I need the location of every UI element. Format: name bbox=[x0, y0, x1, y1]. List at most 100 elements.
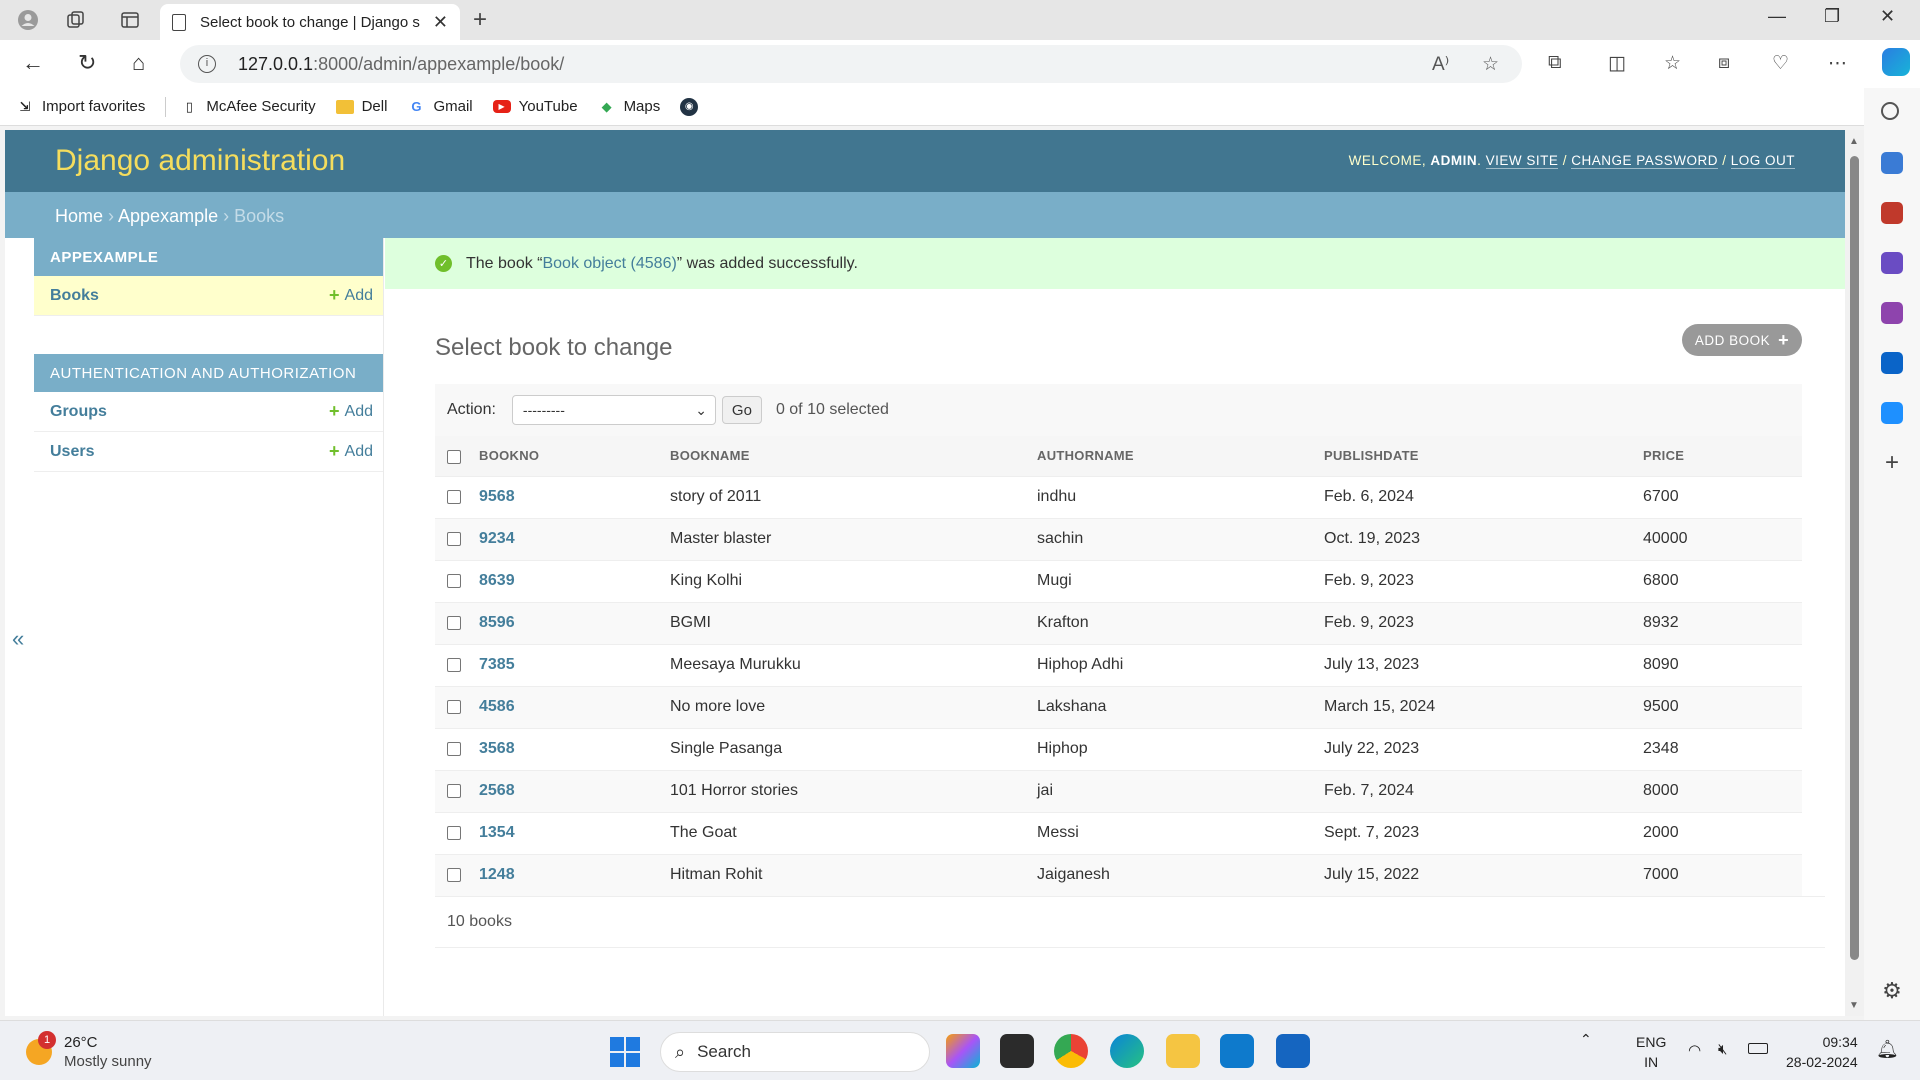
extensions-icon[interactable]: ⧉ bbox=[1548, 52, 1562, 74]
games-icon[interactable] bbox=[1881, 252, 1903, 274]
settings-gear-icon[interactable]: ⚙ bbox=[1881, 980, 1903, 1002]
browser-essentials-icon[interactable]: ♡ bbox=[1772, 52, 1789, 75]
scroll-up-icon[interactable]: ▲ bbox=[1849, 136, 1859, 147]
collections-icon[interactable]: ⧈ bbox=[1718, 52, 1730, 74]
fav-import-favorites[interactable]: ⇲ Import favorites bbox=[16, 98, 146, 116]
active-tab[interactable]: Select book to change | Django s ✕ bbox=[160, 4, 460, 40]
breadcrumb-home[interactable]: Home bbox=[55, 206, 103, 226]
shopping-icon[interactable] bbox=[1881, 152, 1903, 174]
favorites-icon[interactable]: ☆ bbox=[1664, 52, 1681, 75]
split-screen-icon[interactable]: ◫ bbox=[1608, 52, 1626, 75]
go-button[interactable]: Go bbox=[721, 396, 762, 424]
url-bar[interactable]: i 127.0.0.1:8000/admin/appexample/book/ … bbox=[180, 45, 1522, 83]
edge-icon[interactable] bbox=[1110, 1034, 1144, 1068]
profile-icon[interactable] bbox=[16, 8, 40, 32]
column-header-bookname[interactable]: BOOKNAME bbox=[670, 436, 1037, 477]
change-password-link[interactable]: CHANGE PASSWORD bbox=[1571, 153, 1718, 169]
read-aloud-icon[interactable]: A⁾ bbox=[1432, 53, 1449, 76]
fav-dell[interactable]: Dell bbox=[335, 98, 387, 115]
column-header-bookno[interactable]: BOOKNO bbox=[475, 436, 670, 477]
new-tab-icon[interactable]: + bbox=[468, 6, 492, 33]
fav-maps[interactable]: ◆ Maps bbox=[598, 98, 661, 116]
more-menu-icon[interactable]: ⋯ bbox=[1828, 52, 1847, 75]
book-link[interactable]: 9234 bbox=[479, 530, 515, 547]
sidebar-item-label[interactable]: Books bbox=[50, 287, 99, 305]
row-checkbox[interactable] bbox=[447, 489, 461, 504]
drop-icon[interactable] bbox=[1881, 402, 1903, 424]
row-checkbox[interactable] bbox=[447, 699, 461, 714]
row-checkbox[interactable] bbox=[447, 783, 461, 798]
book-link[interactable]: 3568 bbox=[479, 740, 515, 757]
task-view-icon[interactable] bbox=[1000, 1034, 1034, 1068]
add-books-link[interactable]: + Add bbox=[329, 285, 373, 306]
tools-icon[interactable] bbox=[1881, 202, 1903, 224]
site-brand[interactable]: Django administration bbox=[55, 144, 345, 178]
chrome-icon[interactable] bbox=[1054, 1034, 1088, 1068]
store-icon[interactable] bbox=[1276, 1034, 1310, 1068]
add-users-link[interactable]: + Add bbox=[329, 441, 373, 462]
fav-extra[interactable]: ◉ bbox=[680, 97, 706, 116]
column-header-publishdate[interactable]: PUBLISHDATE bbox=[1324, 436, 1643, 477]
search-icon[interactable] bbox=[1881, 102, 1899, 120]
select-all-checkbox[interactable] bbox=[447, 449, 461, 464]
workspaces-icon[interactable] bbox=[64, 8, 88, 32]
add-groups-link[interactable]: + Add bbox=[329, 401, 373, 422]
book-link[interactable]: 8639 bbox=[479, 572, 515, 589]
taskbar-search[interactable]: ⌕ Search bbox=[660, 1032, 930, 1072]
column-header-authorname[interactable]: AUTHORNAME bbox=[1037, 436, 1324, 477]
language-indicator[interactable]: ENG IN bbox=[1636, 1032, 1666, 1072]
book-link[interactable]: 7385 bbox=[479, 656, 515, 673]
scrollbar-thumb[interactable] bbox=[1850, 156, 1859, 960]
volume-muted-icon[interactable]: 🔇︎ bbox=[1718, 1041, 1727, 1058]
copilot-icon[interactable] bbox=[1882, 48, 1910, 76]
book-link[interactable]: 8596 bbox=[479, 614, 515, 631]
microsoft365-icon[interactable] bbox=[1881, 302, 1903, 324]
file-explorer-icon[interactable] bbox=[1166, 1034, 1200, 1068]
site-info-icon[interactable]: i bbox=[198, 55, 216, 73]
system-tray[interactable]: ⌃ bbox=[1580, 1031, 1592, 1048]
sidebar-item-label[interactable]: Users bbox=[50, 443, 94, 461]
back-icon[interactable]: ← bbox=[22, 50, 44, 76]
row-checkbox[interactable] bbox=[447, 531, 461, 546]
book-link[interactable]: 9568 bbox=[479, 488, 515, 505]
restore-icon[interactable]: ❐ bbox=[1824, 6, 1840, 27]
breadcrumb-app[interactable]: Appexample bbox=[118, 206, 218, 226]
column-header-price[interactable]: PRICE bbox=[1643, 436, 1802, 477]
row-checkbox[interactable] bbox=[447, 615, 461, 630]
sidebar-item-label[interactable]: Groups bbox=[50, 403, 107, 421]
module-caption-appexample[interactable]: APPEXAMPLE bbox=[34, 238, 383, 276]
message-link[interactable]: Book object (4586) bbox=[542, 255, 676, 273]
clock[interactable]: 09:34 28-02-2024 bbox=[1786, 1032, 1858, 1072]
sidebar-collapse-toggle[interactable]: « bbox=[12, 626, 24, 652]
row-checkbox[interactable] bbox=[447, 741, 461, 756]
fav-mcafee[interactable]: ▯ McAfee Security bbox=[180, 98, 316, 116]
row-checkbox[interactable] bbox=[447, 825, 461, 840]
fav-youtube[interactable]: ▶ YouTube bbox=[492, 98, 578, 115]
outlook-icon[interactable] bbox=[1881, 352, 1903, 374]
row-checkbox[interactable] bbox=[447, 867, 461, 882]
battery-icon[interactable] bbox=[1748, 1043, 1768, 1054]
notification-bell-icon[interactable]: 🔔︎ bbox=[1876, 1039, 1899, 1060]
copilot-app-icon[interactable] bbox=[946, 1034, 980, 1068]
view-site-link[interactable]: VIEW SITE bbox=[1485, 153, 1559, 169]
wifi-icon[interactable]: ◠ bbox=[1688, 1041, 1701, 1059]
minimize-icon[interactable]: — bbox=[1768, 6, 1786, 27]
page-scrollbar[interactable]: ▲ ▼ bbox=[1845, 130, 1864, 1016]
vertical-tabs-icon[interactable] bbox=[118, 8, 142, 32]
windows-start-icon[interactable] bbox=[610, 1037, 640, 1067]
add-book-button[interactable]: ADD BOOK + bbox=[1682, 324, 1802, 356]
favorite-star-icon[interactable]: ☆ bbox=[1482, 53, 1499, 76]
fav-gmail[interactable]: G Gmail bbox=[407, 98, 472, 116]
module-caption-auth[interactable]: AUTHENTICATION AND AUTHORIZATION bbox=[34, 354, 383, 392]
close-tab-icon[interactable]: ✕ bbox=[433, 12, 448, 33]
home-icon[interactable]: ⌂ bbox=[132, 50, 145, 76]
book-link[interactable]: 2568 bbox=[479, 782, 515, 799]
vscode-icon[interactable] bbox=[1220, 1034, 1254, 1068]
log-out-link[interactable]: LOG OUT bbox=[1730, 153, 1795, 169]
book-link[interactable]: 4586 bbox=[479, 698, 515, 715]
row-checkbox[interactable] bbox=[447, 573, 461, 588]
book-link[interactable]: 1248 bbox=[479, 866, 515, 883]
close-window-icon[interactable]: ✕ bbox=[1880, 6, 1895, 27]
chevron-up-icon[interactable]: ⌃ bbox=[1580, 1031, 1592, 1047]
action-select[interactable]: --------- ⌄ bbox=[511, 395, 716, 425]
